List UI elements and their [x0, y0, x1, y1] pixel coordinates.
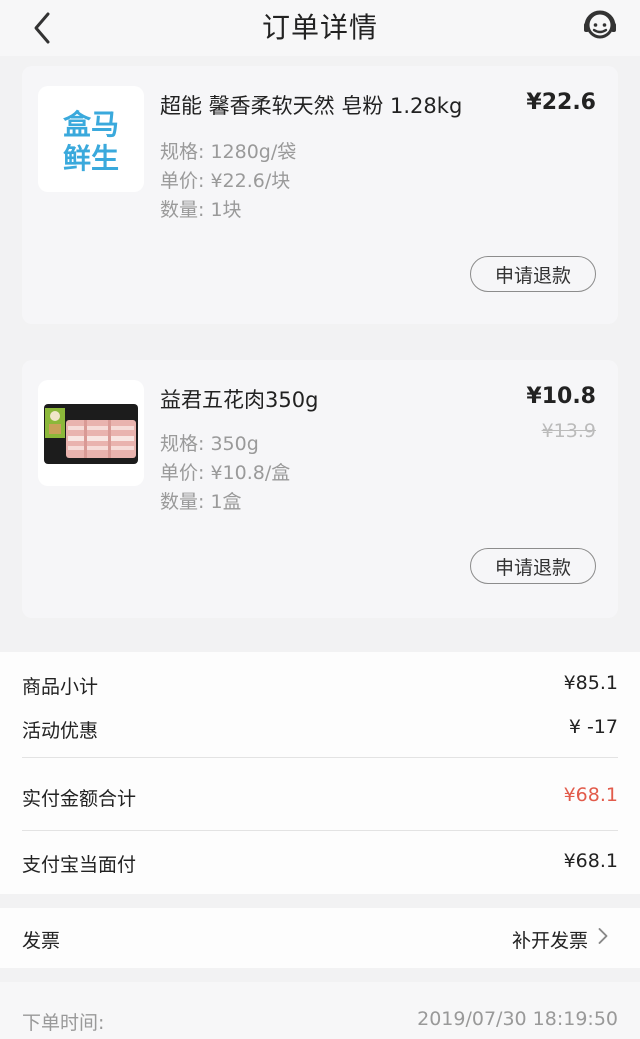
product-thumbnail[interactable] — [38, 380, 144, 486]
order-time-row: 下单时间: 2019/07/30 18:19:50 — [0, 982, 640, 1039]
payment-method-value: ¥68.1 — [563, 850, 618, 872]
page-title: 订单详情 — [261, 11, 378, 44]
product-spec: 规格: 350g — [160, 433, 259, 455]
order-time-value: 2019/07/30 18:19:50 — [417, 1008, 618, 1030]
product-name[interactable]: 益君五花肉350g — [160, 384, 318, 414]
invoice-row-content: 发票 补开发票 — [22, 926, 618, 953]
subtotal-label: 商品小计 — [22, 676, 99, 698]
product-original-price: ¥13.9 — [541, 420, 596, 442]
product-thumbnail[interactable]: 盒马 鲜生 — [38, 86, 144, 192]
customer-service-icon — [584, 10, 616, 39]
product-name[interactable]: 超能 馨香柔软天然 皂粉 1.28kg — [160, 90, 462, 120]
header-bar: 订单详情 — [0, 0, 640, 56]
discount-value: ¥ -17 — [568, 716, 618, 738]
invoice-row[interactable]: 发票 补开发票 — [0, 908, 640, 968]
payment-method-label: 支付宝当面付 — [22, 854, 137, 876]
order-item-card: 盒马 鲜生 超能 馨香柔软天然 皂粉 1.28kg ¥22.6 规格: 1280… — [22, 66, 618, 324]
product-price: ¥10.8 — [526, 384, 596, 409]
product-quantity: 数量: 1块 — [160, 199, 242, 221]
discount-label: 活动优惠 — [22, 720, 99, 742]
divider — [22, 830, 618, 831]
discount-row: 活动优惠 ¥ -17 — [22, 716, 618, 743]
order-time-content: 下单时间: 2019/07/30 18:19:50 — [22, 1008, 618, 1035]
payment-method-row: 支付宝当面付 ¥68.1 — [22, 850, 618, 877]
invoice-action[interactable]: 补开发票 — [512, 926, 588, 953]
paid-total-value: ¥68.1 — [563, 784, 618, 806]
product-price: ¥22.6 — [526, 90, 596, 115]
hema-logo: 盒马 鲜生 — [62, 108, 119, 175]
refund-button[interactable]: 申请退款 — [470, 548, 596, 584]
product-quantity: 数量: 1盒 — [160, 491, 242, 513]
logo-text-bottom: 鲜生 — [63, 142, 119, 175]
product-spec: 规格: 1280g/袋 — [160, 141, 297, 163]
product-unit-price: 单价: ¥22.6/块 — [160, 170, 291, 192]
chevron-right-icon — [596, 924, 610, 953]
customer-service-button[interactable] — [580, 6, 620, 46]
subtotal-row: 商品小计 ¥85.1 — [22, 672, 618, 699]
logo-text-top: 盒马 — [62, 108, 119, 141]
order-item-card: 益君五花肉350g ¥10.8 ¥13.9 规格: 350g 单价: ¥10.8… — [22, 360, 618, 618]
refund-button[interactable]: 申请退款 — [470, 256, 596, 292]
paid-total-label: 实付金额合计 — [22, 788, 137, 810]
pork-belly-image — [44, 404, 138, 464]
payment-summary: 商品小计 ¥85.1 活动优惠 ¥ -17 实付金额合计 ¥68.1 支付宝当面… — [0, 652, 640, 894]
invoice-label: 发票 — [22, 930, 61, 952]
divider — [22, 757, 618, 758]
subtotal-value: ¥85.1 — [563, 672, 618, 694]
order-time-label: 下单时间: — [22, 1012, 105, 1034]
paid-total-row: 实付金额合计 ¥68.1 — [22, 784, 618, 811]
product-unit-price: 单价: ¥10.8/盒 — [160, 462, 291, 484]
